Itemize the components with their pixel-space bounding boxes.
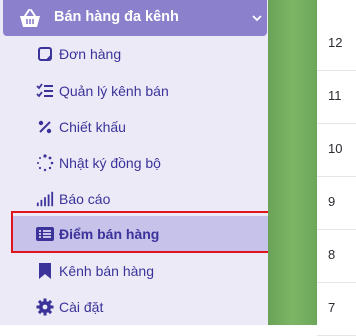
bar-chart-icon	[36, 190, 54, 208]
sidebar-item-label: Đơn hàng	[59, 46, 122, 62]
bookmark-icon	[36, 262, 54, 280]
table-row[interactable]: 12	[317, 18, 356, 71]
table-cell: 12	[328, 35, 343, 50]
sidebar-item-label: Chiết khấu	[59, 119, 126, 135]
sidebar-item-channel-management[interactable]: Quản lý kênh bán	[0, 73, 270, 109]
sidebar-item-discount[interactable]: Chiết khấu	[0, 109, 270, 145]
basket-icon	[19, 8, 41, 28]
sidebar-item-label: Quản lý kênh bán	[59, 83, 169, 99]
sync-log-icon	[36, 154, 54, 172]
sidebar-item-label: Kênh bán hàng	[59, 263, 154, 279]
list-icon	[36, 225, 54, 243]
sidebar-section-header[interactable]: Bán hàng đa kênh	[3, 0, 267, 36]
sidebar-item-label: Báo cáo	[59, 191, 111, 207]
table-row[interactable]: 9	[317, 177, 356, 230]
table-column: 12 11 10 9 8 7	[317, 0, 356, 336]
background-image-strip	[268, 0, 317, 325]
chevron-down-icon[interactable]	[251, 11, 263, 23]
table-row[interactable]: 11	[317, 71, 356, 124]
table-cell: 10	[328, 141, 343, 156]
sidebar-header-title: Bán hàng đa kênh	[54, 9, 179, 25]
sidebar-item-orders[interactable]: Đơn hàng	[0, 36, 270, 72]
table-cell: 9	[328, 194, 336, 209]
checklist-icon	[36, 82, 54, 100]
sidebar-item-sync-log[interactable]: Nhật ký đồng bộ	[0, 145, 270, 181]
table-cell: 7	[328, 300, 336, 315]
table-cell: 8	[328, 247, 336, 262]
sidebar: Bán hàng đa kênh Đơn hàng Quản lý kênh b…	[0, 0, 270, 325]
table-row[interactable]: 10	[317, 124, 356, 177]
sidebar-item-points-of-sale[interactable]: Điểm bán hàng	[12, 216, 268, 252]
table-row[interactable]: 7	[317, 283, 356, 336]
sidebar-item-settings[interactable]: Cài đặt	[0, 289, 270, 325]
sidebar-item-label: Nhật ký đồng bộ	[59, 155, 161, 171]
order-icon	[36, 45, 54, 63]
percent-icon	[36, 118, 54, 136]
sidebar-item-label: Cài đặt	[59, 299, 104, 315]
sidebar-item-label: Điểm bán hàng	[59, 226, 160, 242]
sidebar-item-sales-channels[interactable]: Kênh bán hàng	[0, 253, 270, 289]
sidebar-item-reports[interactable]: Báo cáo	[0, 181, 270, 217]
table-cell: 11	[328, 88, 342, 103]
table-row[interactable]: 8	[317, 230, 356, 283]
gear-icon	[36, 298, 54, 316]
